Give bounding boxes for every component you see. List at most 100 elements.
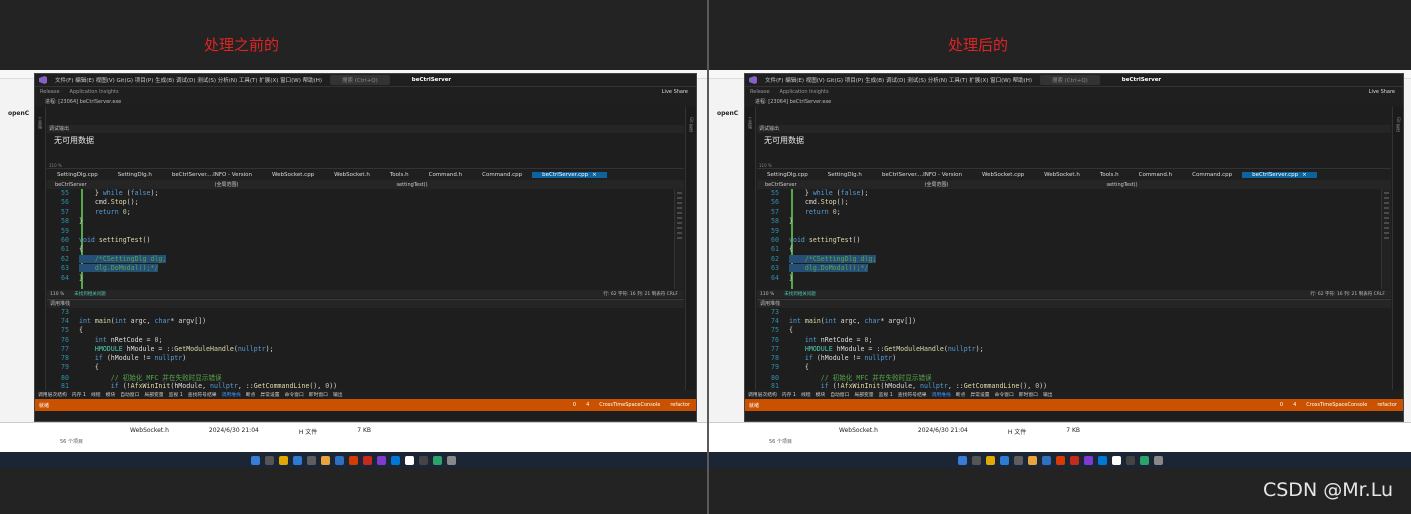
tab-autos[interactable]: 自动窗口 (120, 391, 139, 398)
tab-watch[interactable]: 监视 1 (879, 391, 893, 398)
taskbar-app-icon[interactable] (265, 455, 274, 465)
tab-websocket-cpp[interactable]: WebSocket.cpp (262, 172, 324, 178)
tab-locals[interactable]: 局部变量 (144, 391, 163, 398)
tab-setting-dlg-h[interactable]: SettingDlg.h (108, 172, 162, 178)
code-editor-lower[interactable]: 73 74 int main(int argc, char* argv[]) 75… (757, 308, 1391, 391)
explorer-nav-item[interactable]: openC (709, 110, 749, 117)
tab-command-h[interactable]: Command.h (1129, 172, 1183, 178)
close-icon[interactable]: × (1302, 172, 1307, 178)
taskbar-app-icon[interactable] (1041, 455, 1051, 465)
vs-search-box[interactable]: 搜索 (Ctrl+Q) (1040, 75, 1100, 85)
taskbar-app-icon[interactable] (307, 455, 316, 465)
repo-selector[interactable]: refactor (670, 402, 690, 408)
tab-call-stack[interactable]: 调用堆栈 (222, 391, 241, 398)
close-icon[interactable]: × (592, 172, 597, 178)
tab-command-cpp[interactable]: Command.cpp (1182, 172, 1242, 178)
tab-immediate[interactable]: 即时窗口 (309, 391, 328, 398)
tab-watch[interactable]: 监视 1 (169, 391, 183, 398)
tab-active-main[interactable]: beCtrlServer.cpp × (532, 172, 607, 178)
taskbar-app-icon[interactable] (349, 455, 358, 465)
tab-breakpoints[interactable]: 断点 (246, 391, 256, 398)
taskbar-app-icon[interactable] (447, 455, 456, 465)
file-row[interactable]: WebSocket.h 2024/6/30 21:04 H 文件 7 KB (839, 427, 1080, 436)
taskbar-app-icon[interactable] (335, 455, 344, 465)
tab-websocket-cpp[interactable]: WebSocket.cpp (972, 172, 1034, 178)
config-dropdown[interactable]: Release (750, 89, 770, 95)
code-editor-lower[interactable]: 73 74 int main(int argc, char* argv[]) 75… (47, 308, 684, 391)
tab-locals[interactable]: 局部变量 (854, 391, 873, 398)
change-count[interactable]: 4 (586, 402, 589, 408)
taskbar-app-icon[interactable] (1125, 455, 1135, 465)
issues-indicator[interactable]: 未找到相关问题 (74, 291, 106, 297)
tab-setting-dlg-cpp[interactable]: SettingDlg.cpp (757, 172, 818, 178)
nav-project-dropdown[interactable]: beCtrlServer (757, 182, 797, 188)
tab-websocket-h[interactable]: WebSocket.h (1034, 172, 1090, 178)
taskbar-app-icon[interactable] (419, 455, 428, 465)
process-dropdown[interactable]: 进程: [23064] beCtrlServer.exe (45, 98, 121, 105)
tab-command-cpp[interactable]: Command.cpp (472, 172, 532, 178)
tab-call-hierarchy[interactable]: 调用层次结构 (748, 391, 777, 398)
tab-setting-dlg-cpp[interactable]: SettingDlg.cpp (47, 172, 108, 178)
tab-find-symbol[interactable]: 查找符号结果 (188, 391, 217, 398)
taskbar-app-icon[interactable] (1069, 455, 1079, 465)
editor-scrollbar-map[interactable] (1381, 189, 1391, 289)
taskbar-app-icon[interactable] (1027, 455, 1037, 465)
insights-button[interactable]: Application Insights (70, 89, 119, 95)
branch-selector[interactable]: CrossTimeSpaceConsole (1306, 402, 1367, 408)
nav-project-dropdown[interactable]: beCtrlServer (47, 182, 87, 188)
branch-selector[interactable]: CrossTimeSpaceConsole (599, 402, 660, 408)
tab-modules[interactable]: 模块 (816, 391, 826, 398)
zoom-level[interactable]: 110 % (760, 292, 774, 297)
tab-call-hierarchy[interactable]: 调用层次结构 (38, 391, 67, 398)
tab-memory[interactable]: 内存 1 (72, 391, 86, 398)
tab-command-window[interactable]: 命令窗口 (285, 391, 304, 398)
vs-menu[interactable]: 文件(F) 编辑(E) 视图(V) Git(G) 项目(P) 生成(B) 调试(… (765, 76, 1032, 84)
error-count[interactable]: 0 (573, 402, 576, 408)
taskbar-app-icon[interactable] (279, 455, 288, 465)
taskbar-app-icon[interactable] (1097, 455, 1107, 465)
vs-menu[interactable]: 文件(F) 编辑(E) 视图(V) Git(G) 项目(P) 生成(B) 调试(… (55, 76, 322, 84)
zoom-level[interactable]: 110 % (759, 163, 772, 168)
taskbar-app-icon[interactable] (391, 455, 400, 465)
taskbar-app-icon[interactable] (377, 455, 386, 465)
tab-find-symbol[interactable]: 查找符号结果 (898, 391, 927, 398)
change-count[interactable]: 4 (1293, 402, 1296, 408)
taskbar-app-icon[interactable] (1083, 455, 1093, 465)
live-share-button[interactable]: Live Share (662, 89, 688, 95)
tab-version-info[interactable]: beCtrlServer....INFO - Version (162, 172, 262, 178)
tab-exception-settings[interactable]: 异常设置 (260, 391, 279, 398)
taskbar-app-icon[interactable] (985, 455, 995, 465)
process-dropdown[interactable]: 进程: [23064] beCtrlServer.exe (755, 98, 831, 105)
taskbar-app-icon[interactable] (433, 455, 442, 465)
tab-setting-dlg-h[interactable]: SettingDlg.h (818, 172, 872, 178)
taskbar-app-icon[interactable] (1013, 455, 1023, 465)
taskbar-app-icon[interactable] (971, 455, 981, 465)
taskbar-app-icon[interactable] (1055, 455, 1065, 465)
tab-output[interactable]: 输出 (1043, 391, 1053, 398)
live-share-button[interactable]: Live Share (1369, 89, 1395, 95)
tab-tools-h[interactable]: Tools.h (1090, 172, 1129, 178)
taskbar-app-icon[interactable] (405, 455, 414, 465)
tab-command-h[interactable]: Command.h (419, 172, 473, 178)
taskbar-app-icon[interactable] (363, 455, 372, 465)
tab-memory[interactable]: 内存 1 (782, 391, 796, 398)
vs-search-box[interactable]: 搜索 (Ctrl+Q) (330, 75, 390, 85)
taskbar-app-icon[interactable] (999, 455, 1009, 465)
repo-selector[interactable]: refactor (1377, 402, 1397, 408)
error-count[interactable]: 0 (1280, 402, 1283, 408)
taskbar-app-icon[interactable] (251, 455, 260, 465)
tab-threads[interactable]: 线程 (91, 391, 101, 398)
taskbar-app-icon[interactable] (1139, 455, 1149, 465)
nav-function-dropdown[interactable]: settingTest() (388, 182, 427, 188)
insights-button[interactable]: Application Insights (780, 89, 829, 95)
tab-websocket-h[interactable]: WebSocket.h (324, 172, 380, 178)
taskbar-app-icon[interactable] (321, 455, 330, 465)
editor-scrollbar-map[interactable] (674, 189, 684, 289)
file-row[interactable]: WebSocket.h 2024/6/30 21:04 H 文件 7 KB (130, 427, 371, 436)
zoom-level[interactable]: 110 % (49, 163, 62, 168)
taskbar-app-icon[interactable] (293, 455, 302, 465)
code-editor[interactable]: 55 } while (false); 56 cmd.Stop(); 57 re… (757, 189, 1381, 289)
taskbar-app-icon[interactable] (1111, 455, 1121, 465)
nav-function-dropdown[interactable]: settingTest() (1098, 182, 1137, 188)
tab-call-stack[interactable]: 调用堆栈 (932, 391, 951, 398)
